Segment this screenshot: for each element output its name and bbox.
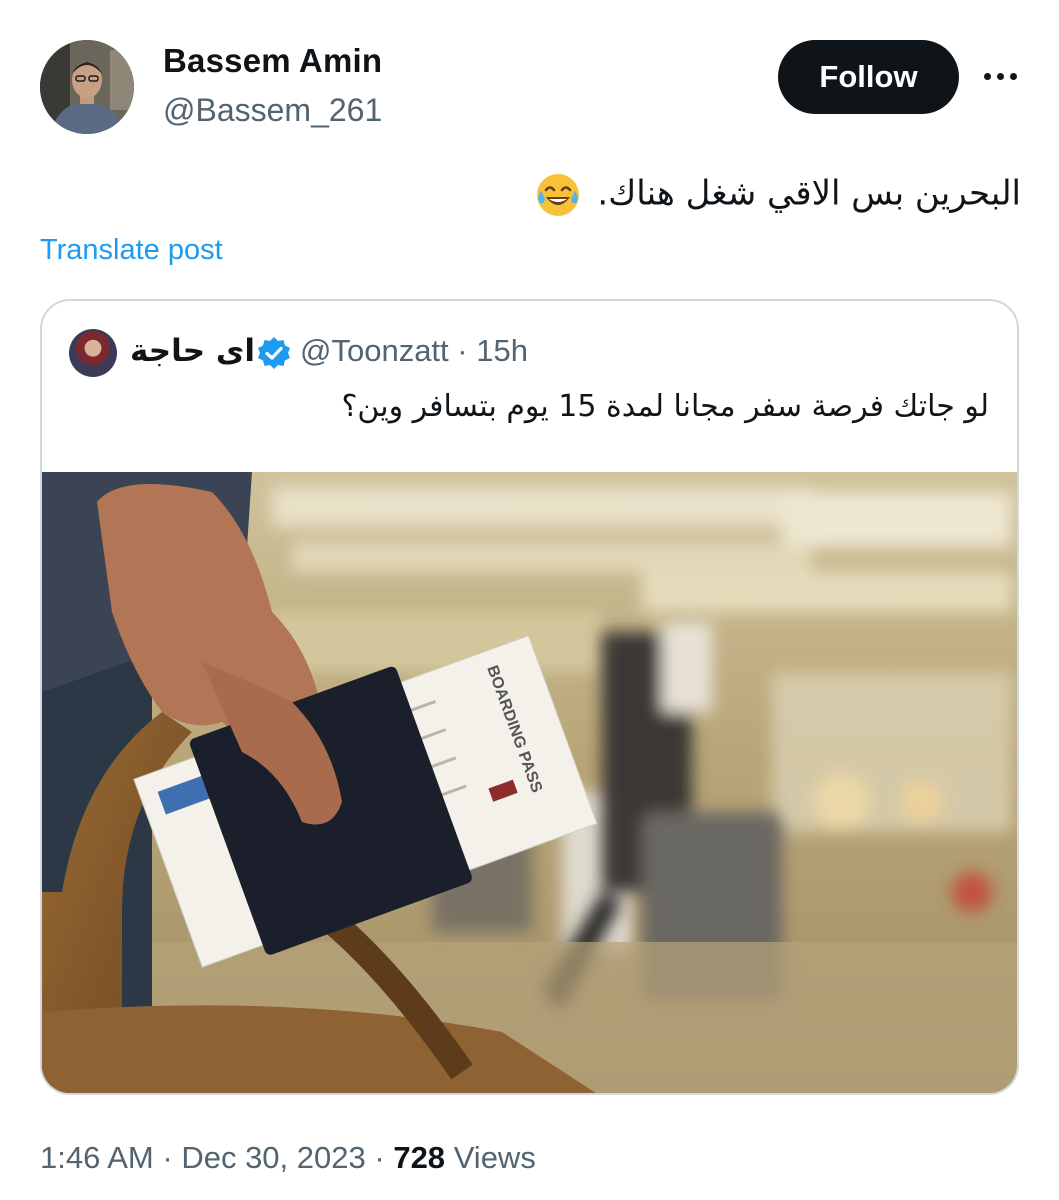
author-avatar[interactable] bbox=[40, 40, 134, 134]
views-label: Views bbox=[453, 1140, 536, 1175]
quoted-post-image[interactable]: BOARDING PASS bbox=[42, 472, 1017, 1093]
views-count: 728 bbox=[393, 1140, 446, 1175]
post-metadata: 1:46 AM · Dec 30, 2023 · 728 Views bbox=[40, 1140, 536, 1176]
post-time[interactable]: 1:46 AM bbox=[40, 1140, 154, 1175]
quoted-post-age[interactable]: 15h bbox=[476, 333, 528, 368]
quoted-author-avatar[interactable] bbox=[69, 329, 117, 377]
face-with-tears-of-joy-icon bbox=[536, 174, 579, 216]
follow-button[interactable]: Follow bbox=[778, 40, 959, 114]
separator-dot: · bbox=[162, 1140, 173, 1175]
separator-dot: · bbox=[457, 333, 468, 368]
post-text: البحرين بس الاقي شغل هناك. bbox=[535, 172, 1021, 218]
quoted-post-text: لو جاتك فرصة سفر مجانا لمدة 15 يوم بتساف… bbox=[341, 389, 989, 424]
post-date[interactable]: Dec 30, 2023 bbox=[181, 1140, 365, 1175]
verified-badge-icon bbox=[258, 337, 290, 369]
author-handle[interactable]: @Bassem_261 bbox=[163, 92, 382, 129]
author-display-name[interactable]: Bassem Amin bbox=[163, 42, 382, 80]
quoted-author-handle[interactable]: @Toonzatt bbox=[300, 333, 449, 368]
quoted-post-card[interactable]: اى حاجة @Toonzatt · 15h لو جاتك فرصة سفر… bbox=[40, 299, 1019, 1095]
translate-post-link[interactable]: Translate post bbox=[40, 234, 223, 267]
quoted-author-handle-line: @Toonzatt · 15h bbox=[300, 333, 528, 369]
quoted-post-header: اى حاجة @Toonzatt · 15h bbox=[42, 329, 1017, 379]
separator-dot: · bbox=[374, 1140, 385, 1175]
more-options-icon[interactable] bbox=[980, 64, 1020, 88]
post-text-content: البحرين بس الاقي شغل هناك. bbox=[597, 173, 1021, 214]
quoted-author-display-name[interactable]: اى حاجة bbox=[130, 333, 255, 369]
